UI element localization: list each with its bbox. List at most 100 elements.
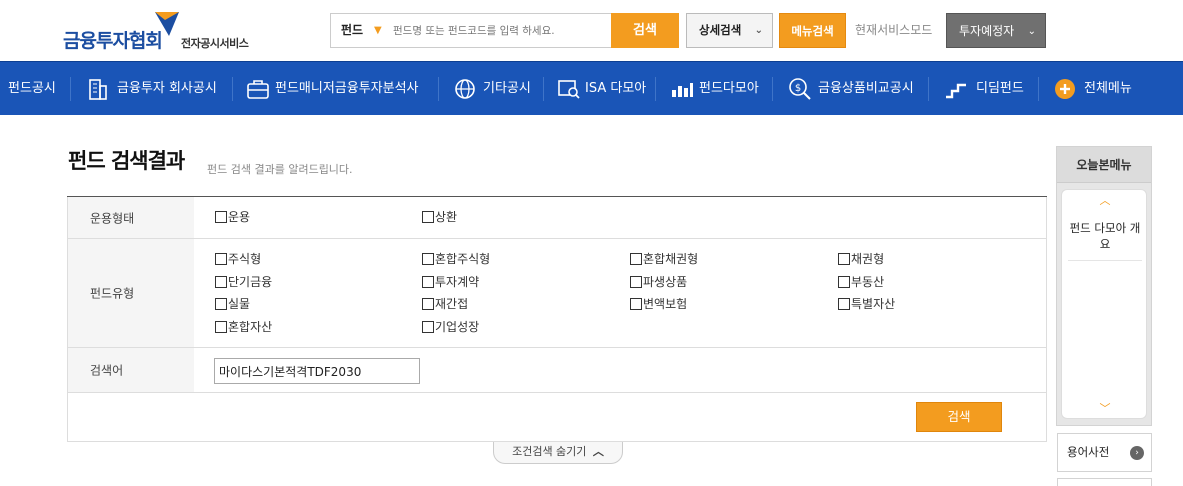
logo[interactable]: 금융투자협회 전자공시서비스 <box>63 12 258 52</box>
search-type-select[interactable]: 펀드 ▼ <box>331 14 386 47</box>
checkbox-box[interactable] <box>215 298 227 310</box>
checkbox-fund-type[interactable]: 단기금융 <box>215 274 272 290</box>
checkbox-box[interactable] <box>422 321 434 333</box>
nav-item-label: 전체메뉴 <box>1084 81 1132 96</box>
keyword-row: 검색어 <box>68 348 1046 393</box>
operation-type-label: 운용형태 <box>68 197 194 238</box>
checkbox-fund-type[interactable]: 재간접 <box>422 296 468 312</box>
checkbox-fund-type[interactable]: 부동산 <box>838 274 884 290</box>
checkbox-box[interactable] <box>630 276 642 288</box>
nav-item-isa[interactable]: ISA 다모아 <box>557 62 646 116</box>
search-button[interactable]: 검색 <box>611 13 679 48</box>
service-mode-label: 현재서비스모드 <box>855 23 933 37</box>
dollar-search-icon: $ <box>789 78 811 100</box>
service-mode-value: 투자예정자 <box>959 24 1015 38</box>
recent-menu-list: ︿ 펀드 다모아 개요 ﹀ <box>1061 189 1147 419</box>
checkbox-fund-type[interactable]: 투자계약 <box>422 274 479 290</box>
checkbox-box[interactable] <box>422 253 434 265</box>
chevron-down-icon: ⌄ <box>754 25 763 36</box>
nav-item-label: ISA 다모아 <box>585 81 647 96</box>
checkbox-fund-type[interactable]: 주식형 <box>215 251 261 267</box>
checkbox-fund-type[interactable]: 파생상품 <box>630 274 687 290</box>
bar-chart-icon <box>672 83 693 97</box>
main-nav: 펀드공시 금융투자 회사공시 펀드매니저금융투자분석사 기타공시 ISA 다모아… <box>0 61 1183 115</box>
chevron-right-icon: › <box>1130 446 1144 460</box>
nav-divider <box>772 77 773 101</box>
checkbox-fund-type[interactable]: 혼합주식형 <box>422 251 490 267</box>
checkbox-fund-type[interactable]: 실물 <box>215 296 250 312</box>
checkbox-fund-type[interactable]: 채권형 <box>838 251 884 267</box>
menu-search-button[interactable]: 메뉴검색 <box>779 13 846 48</box>
nav-divider <box>70 77 71 101</box>
checkbox-box[interactable] <box>215 276 227 288</box>
search-input[interactable] <box>387 14 611 47</box>
keyword-label: 검색어 <box>68 348 194 392</box>
nav-item-label: 금융투자 회사공시 <box>117 81 217 96</box>
advanced-search-label: 상세검색 <box>699 23 742 37</box>
nav-item-fund-disclosure[interactable]: 펀드공시 <box>8 62 56 116</box>
nav-item-label: 기타공시 <box>483 81 531 96</box>
nav-item-label: 펀드매니저금융투자분석사 <box>275 81 419 96</box>
recent-menu-item[interactable]: 펀드 다모아 개요 <box>1068 220 1142 261</box>
keyword-input[interactable] <box>214 358 420 384</box>
checkbox-box[interactable] <box>215 211 227 223</box>
logo-subtitle: 전자공시서비스 <box>181 37 249 50</box>
checkbox-box[interactable] <box>838 253 850 265</box>
checkbox-box[interactable] <box>630 253 642 265</box>
nav-item-fund-damoa[interactable]: 펀드다모아 <box>670 62 759 116</box>
fund-type-row: 펀드유형 주식형 혼합주식형 혼합채권형 채권형 단기금융 투자계약 파생상품 … <box>68 239 1046 348</box>
checkbox-box[interactable] <box>630 298 642 310</box>
isa-search-icon <box>558 80 580 99</box>
nav-item-all-menu[interactable]: 전체메뉴 <box>1054 62 1132 116</box>
service-mode-select[interactable]: 투자예정자 ⌄ <box>946 13 1046 48</box>
nav-item-company-disclosure[interactable]: 금융투자 회사공시 <box>86 62 217 116</box>
checkbox-box[interactable] <box>215 321 227 333</box>
checkbox-box[interactable] <box>422 276 434 288</box>
checkbox-box[interactable] <box>422 211 434 223</box>
hide-conditions-toggle[interactable]: 조건검색 숨기기 ︿ <box>493 442 623 464</box>
search-box: 펀드 ▼ <box>330 13 612 48</box>
top-header: 금융투자협회 전자공시서비스 펀드 ▼ 검색 상세검색 ⌄ 메뉴검색 현재서비스… <box>0 0 1183 61</box>
checkbox-fund-type[interactable]: 기업성장 <box>422 319 479 335</box>
checkbox-operating[interactable]: 운용 <box>215 209 250 225</box>
checkbox-fund-type[interactable]: 혼합자산 <box>215 319 272 335</box>
nav-item-other-disclosure[interactable]: 기타공시 <box>453 62 531 116</box>
chevron-down-icon: ⌄ <box>1027 26 1036 37</box>
checkbox-fund-type[interactable]: 변액보험 <box>630 296 687 312</box>
checkbox-box[interactable] <box>838 298 850 310</box>
nav-item-label: 펀드공시 <box>8 81 56 96</box>
checkbox-fund-type[interactable]: 특별자산 <box>838 296 895 312</box>
plus-circle-icon <box>1055 79 1075 99</box>
checkbox-redeemed[interactable]: 상환 <box>422 209 457 225</box>
nav-divider <box>1038 77 1039 101</box>
checkbox-fund-type[interactable]: 혼합채권형 <box>630 251 698 267</box>
search-condition-form: 운용형태 운용 상환 펀드유형 주식형 혼합주식형 혼합채권형 채권형 단기금융… <box>67 197 1047 442</box>
checkbox-box[interactable] <box>838 276 850 288</box>
globe-icon <box>455 79 475 99</box>
nav-item-label: 디딤펀드 <box>976 81 1024 96</box>
briefcase-icon <box>247 80 269 99</box>
nav-item-fund-manager[interactable]: 펀드매니저금융투자분석사 <box>246 62 419 116</box>
chevron-down-icon[interactable]: ﹀ <box>1096 400 1114 418</box>
recent-menu-panel: 오늘본메뉴 ︿ 펀드 다모아 개요 ﹀ <box>1056 146 1152 426</box>
fund-type-label: 펀드유형 <box>68 239 194 347</box>
operation-type-row: 운용형태 운용 상환 <box>68 197 1046 239</box>
chevron-up-icon[interactable]: ︿ <box>1096 192 1114 210</box>
form-search-button[interactable]: 검색 <box>916 402 1002 432</box>
checkbox-box[interactable] <box>422 298 434 310</box>
side-panel-next <box>1057 478 1152 486</box>
logo-title: 금융투자협회 <box>63 30 163 52</box>
search-type-label: 펀드 <box>341 23 364 37</box>
nav-item-didim-fund[interactable]: 디딤펀드 <box>944 62 1024 116</box>
nav-item-product-compare[interactable]: $ 금융상품비교공시 <box>788 62 914 116</box>
steps-icon <box>946 83 966 99</box>
svg-text:$: $ <box>795 83 801 94</box>
nav-divider <box>438 77 439 101</box>
building-icon <box>89 79 107 100</box>
advanced-search-button[interactable]: 상세검색 ⌄ <box>686 13 773 48</box>
toggle-label: 조건검색 숨기기 <box>512 445 587 458</box>
checkbox-box[interactable] <box>215 253 227 265</box>
chevron-up-icon: ︿ <box>592 445 604 458</box>
page-subtitle: 펀드 검색 결과를 알려드립니다. <box>207 163 353 176</box>
dictionary-link[interactable]: 용어사전 › <box>1057 433 1152 472</box>
